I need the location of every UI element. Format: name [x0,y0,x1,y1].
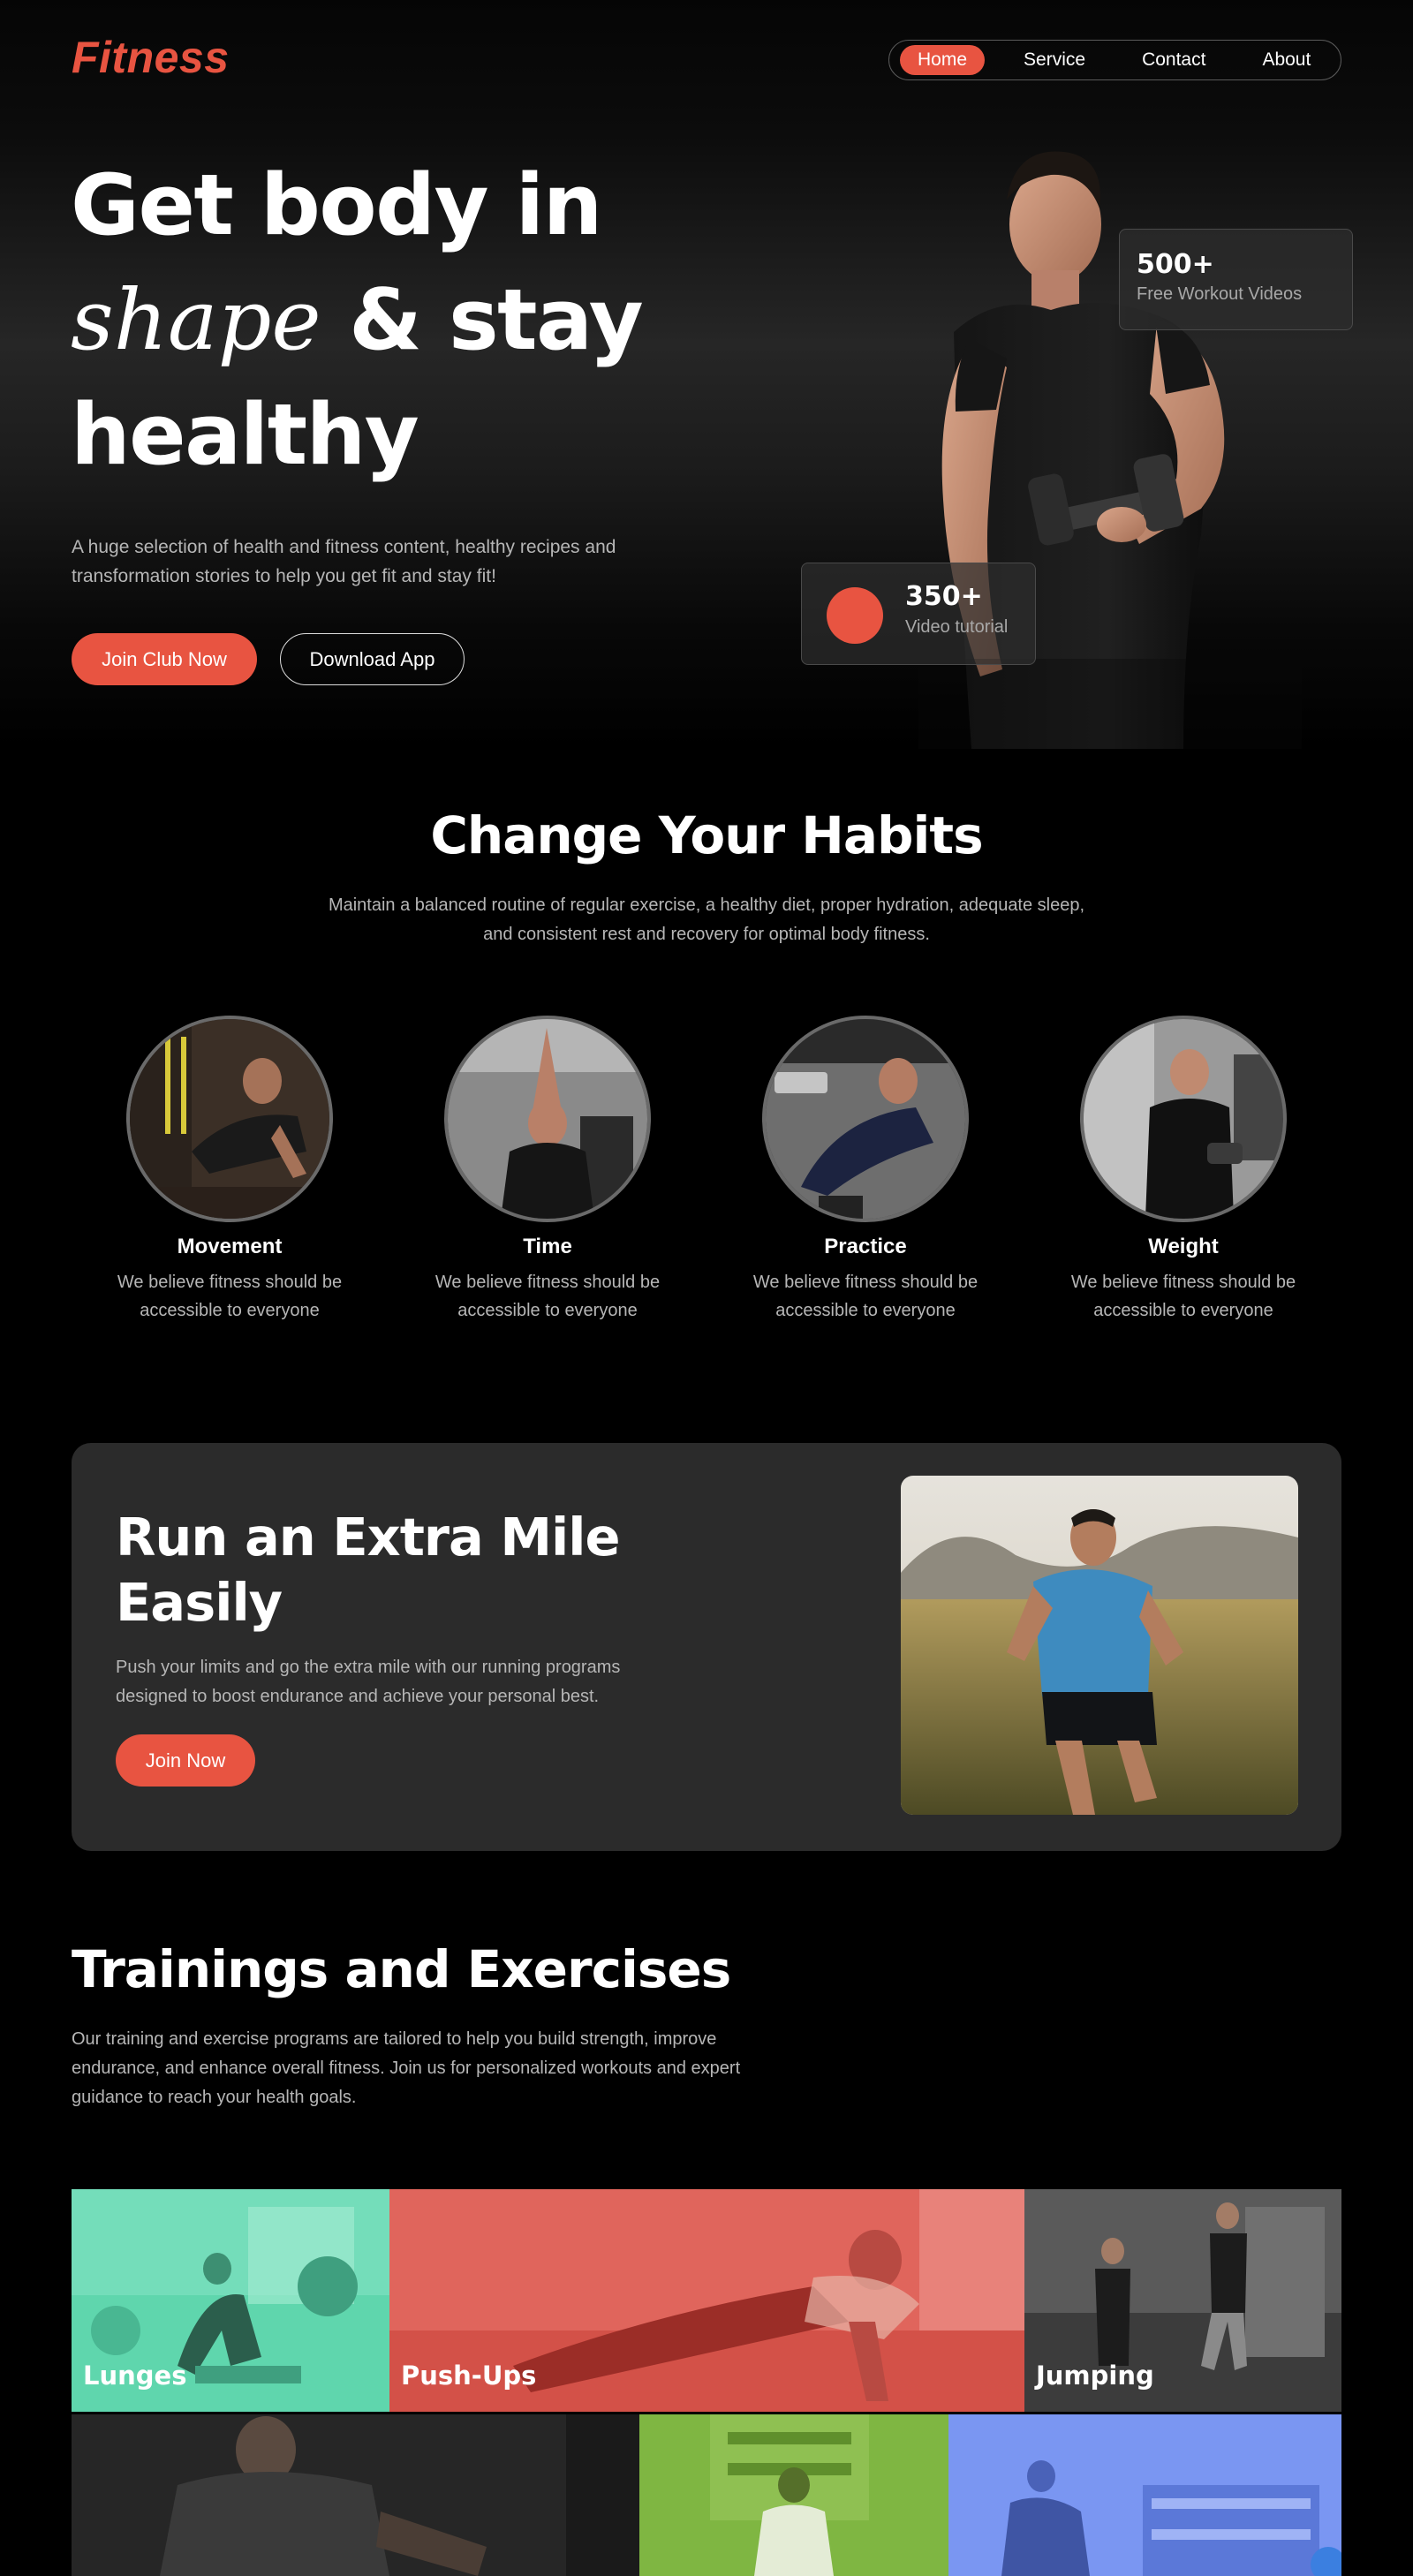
nav-home[interactable]: Home [900,45,986,75]
habit-desc-weight: We believe fitness should be accessible … [1070,1273,1296,1320]
habit-image-time [444,1016,651,1222]
tile-bottom-3[interactable] [948,2414,1341,2576]
habit-desc-time: We believe fitness should be accessible … [434,1273,661,1320]
nav-about[interactable]: About [1244,45,1328,75]
tile-lunges[interactable]: Lunges [72,2189,389,2412]
habit-desc-practice: We believe fitness should be accessible … [752,1273,979,1320]
habit-desc-movement: We believe fitness should be accessible … [117,1273,343,1320]
tile-bottom-1[interactable] [72,2414,639,2576]
habit-card-weight: Weight We believe fitness should be acce… [1051,1016,1316,1325]
habit-card-practice: Practice We believe fitness should be ac… [733,1016,998,1325]
trainings-description: Our training and exercise programs are t… [72,2029,741,2107]
habit-title-movement: Movement [177,1235,283,1258]
nav-service[interactable]: Service [1006,45,1103,75]
habit-image-practice [762,1016,969,1222]
habit-title-weight: Weight [1148,1235,1219,1258]
join-club-button[interactable]: Join Club Now [72,633,257,685]
tile-label-push-ups: Push-Ups [401,2361,537,2391]
hero-description: A huge selection of health and fitness c… [72,537,616,586]
hero-title-line3: healthy [71,387,419,484]
stat-card-videos: 500+ Free Workout Videos [1119,229,1353,330]
tile-label-lunges: Lunges [83,2361,187,2391]
join-now-button[interactable]: Join Now [116,1734,255,1787]
stat-videos-number: 500+ [1137,249,1214,280]
nav-contact[interactable]: Contact [1124,45,1223,75]
extra-mile-description: Push your limits and go the extra mile w… [116,1658,621,1706]
hero-title: Get body in shape & stay healthy [71,148,742,493]
trainings-title: Trainings and Exercises [72,1939,731,1999]
tile-jumping[interactable]: Jumping [1024,2189,1341,2412]
habit-card-time: Time We believe fitness should be access… [415,1016,680,1325]
hero-section: Fitness Home Service Contact About Get b… [0,0,1413,749]
runner-image [901,1476,1298,1815]
tile-label-jumping: Jumping [1036,2361,1154,2391]
stat-tutorial-label: Video tutorial [905,617,1009,637]
stat-videos-label: Free Workout Videos [1137,284,1303,304]
stat-card-tutorial: 350+ Video tutorial [801,563,1036,665]
habits-title: Change Your Habits [430,805,983,865]
stat-tutorial-number: 350+ [905,581,983,612]
tutorial-dot-icon [827,587,883,644]
habit-title-time: Time [523,1235,572,1258]
hero-title-script: shape [71,272,321,369]
brand-logo[interactable]: Fitness [72,32,230,83]
habit-card-movement: Movement We believe fitness should be ac… [97,1016,362,1325]
extra-mile-title: Run an Extra Mile Easily [116,1507,621,1633]
tile-bottom-2[interactable] [639,2414,948,2576]
extra-mile-card: Run an Extra Mile Easily Push your limit… [72,1443,1341,1851]
main-nav: Home Service Contact About [888,40,1341,80]
hero-title-line2: & stay [321,272,643,369]
habit-image-weight [1080,1016,1287,1222]
habit-title-practice: Practice [824,1235,907,1258]
hero-title-line1: Get body in [71,157,602,254]
habit-image-movement [126,1016,333,1222]
tile-push-ups[interactable]: Push-Ups [389,2189,1024,2412]
habits-description: Maintain a balanced routine of regular e… [328,895,1085,944]
download-app-button[interactable]: Download App [280,633,465,685]
